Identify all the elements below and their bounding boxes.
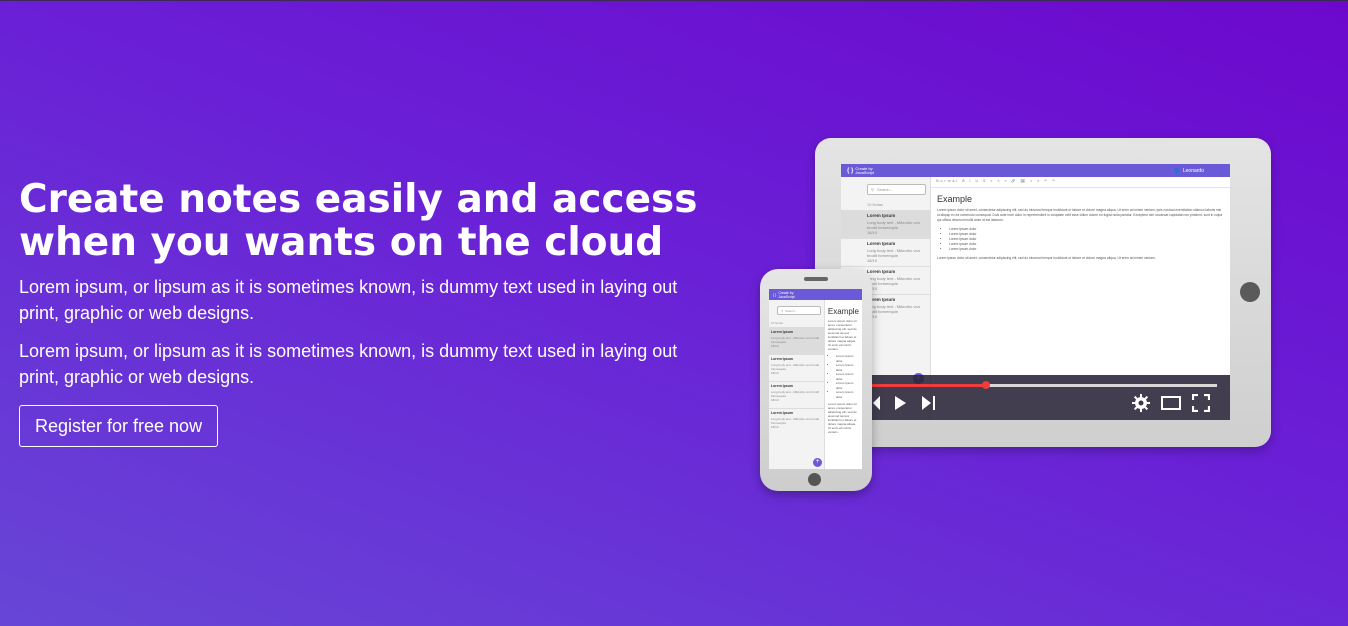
list-item: Lorem Ipsum dolor (836, 372, 859, 381)
user-icon: 👤 (1173, 167, 1180, 174)
note-date: 18/10 (867, 258, 878, 263)
search-icon: ⚲ (871, 187, 874, 192)
note-date: 18/10 (771, 344, 779, 348)
note-body: Long body text - Mikrorbo von brodit for… (771, 363, 820, 371)
note-title: Lorem Ipsum (771, 330, 793, 334)
top-border (0, 0, 1348, 1)
note-date: 18/10 (771, 398, 779, 402)
document-paragraph-2: Lorem ipsum dolor sit amet, consectetur … (827, 402, 857, 434)
logo-text-line2: JavaScript (778, 294, 795, 299)
hero-paragraph-1: Lorem ipsum, or lipsum as it is sometime… (19, 277, 678, 323)
list-item: Lorem Ipsum dolor (836, 381, 859, 390)
search-input[interactable]: ⚲ Search... (867, 184, 926, 195)
user-menu[interactable]: 👤 Leonardo (1174, 168, 1204, 174)
hero-paragraph-2: Lorem ipsum, or lipsum as it is sometime… (19, 341, 678, 387)
document-list: Lorem Ipsum dolor Lorem Ipsum dolor Lore… (937, 227, 1224, 252)
phone-screen: { } Create by JavaScript ⚲ Search... 10 … (769, 289, 862, 469)
tablet-screen: { } Create by JavaScript 👤 Leonardo ⚲ Se… (841, 164, 1230, 420)
document-paragraph: Lorem ipsum dolor sit amet, consectetur … (827, 319, 857, 351)
notes-count: 10 Notas (867, 202, 884, 207)
note-title: Lorem Ipsum (867, 297, 896, 302)
note-body: Long body text - Mikrorbo von brodit for… (867, 248, 920, 258)
hero-title: Create notes easily and access when you … (19, 177, 698, 265)
list-item: Lorem Ipsum dolor (836, 390, 859, 399)
tablet-mockup: { } Create by JavaScript 👤 Leonardo ⚲ Se… (815, 138, 1271, 447)
list-item[interactable]: Lorem Ipsum Long body text - Mikrorbo vo… (769, 408, 824, 435)
editor[interactable]: Example Lorem ipsum dolor sit amet, cons… (825, 300, 862, 469)
list-item[interactable]: Lorem Ipsum Long body text - Mikrorbo vo… (841, 210, 930, 238)
list-item: Lorem Ipsum dolor (836, 354, 859, 363)
notes-sidebar: ⚲ Search... 10 Notas Lorem Ipsum Long bo… (769, 300, 825, 469)
note-date: 18/10 (771, 425, 779, 429)
video-controls (841, 375, 1230, 420)
note-body: Long body text - Mikrorbo von brodit for… (771, 336, 820, 344)
note-title: Lorem Ipsum (771, 384, 793, 388)
theater-mode-icon[interactable] (1160, 394, 1182, 412)
document[interactable]: Example Lorem ipsum dolor sit amet, cons… (931, 188, 1230, 265)
tablet-home-button (1240, 282, 1260, 302)
note-title: Lorem Ipsum (771, 357, 793, 361)
search-icon: ⚲ (781, 308, 784, 313)
search-placeholder: Search... (876, 187, 893, 192)
list-item: Lorem Ipsum dolor (949, 247, 1224, 252)
app-bar: { } Create by JavaScript 👤 Leonardo (841, 164, 1230, 177)
note-date: 18/10 (867, 286, 878, 291)
settings-icon[interactable] (1131, 394, 1151, 412)
list-item[interactable]: Lorem Ipsum Long body text - Mikrorbo vo… (769, 327, 824, 354)
list-item[interactable]: Lorem Ipsum Long body text - Mikrorbo vo… (769, 381, 824, 408)
document-paragraph: Lorem ipsum dolor sit amet, consectetur … (937, 208, 1223, 222)
video-progress-knob[interactable] (982, 381, 990, 389)
phone-speaker (804, 277, 828, 281)
document-paragraph-2: Lorem ipsum dolor sit amet, consectetur … (937, 256, 1156, 260)
video-progress-bar[interactable] (867, 381, 1217, 389)
notes-count: 10 Notas (771, 321, 784, 325)
document-title: Example (937, 194, 973, 204)
note-date: 18/10 (867, 230, 878, 235)
add-note-button[interactable]: + (813, 458, 822, 467)
logo-icon: { } (847, 167, 854, 174)
fullscreen-icon[interactable] (1191, 394, 1211, 412)
register-button[interactable]: Register for free now (19, 405, 219, 447)
list-item: Lorem Ipsum dolor (836, 363, 859, 372)
note-body: Long body text - Mikrorbo von brodit for… (771, 417, 820, 425)
phone-mockup: { } Create by JavaScript ⚲ Search... 10 … (760, 269, 872, 491)
document-list: Lorem Ipsum dolor Lorem Ipsum dolor Lore… (828, 354, 859, 399)
logo-text-line2: JavaScript (855, 169, 875, 175)
note-title: Lorem Ipsum (867, 269, 896, 274)
note-body: Long body text - Mikrorbo von brodit for… (867, 276, 920, 286)
user-name: Leonardo (1182, 167, 1204, 174)
note-title: Lorem Ipsum (771, 411, 793, 415)
note-date: 18/10 (867, 314, 878, 319)
search-input[interactable]: ⚲ Search... (777, 306, 821, 315)
list-item[interactable]: Lorem Ipsum Long body text - Mikrorbo vo… (769, 354, 824, 381)
note-body: Long body text - Mikrorbo von brodit for… (867, 304, 920, 314)
document-title: Example (827, 307, 859, 316)
next-icon[interactable] (921, 394, 937, 412)
note-title: Lorem Ipsum (867, 241, 896, 246)
phone-home-button (808, 473, 821, 486)
app-logo: { } Create by JavaScript (847, 166, 875, 175)
video-progress-fill (867, 384, 986, 387)
note-title: Lorem Ipsum (867, 213, 896, 218)
list-item[interactable]: Lorem Ipsum Long body text - Mikrorbo vo… (841, 238, 930, 266)
editor-toolbar[interactable]: Normal B I U S ≡ ≡ ≡ 🔗 🖼 ≡ ≡ ↶ ↷ (931, 177, 1230, 188)
play-icon[interactable] (893, 394, 907, 412)
hero-section: Create notes easily and access when you … (19, 178, 699, 447)
search-placeholder: Search... (785, 308, 798, 313)
logo-icon: { } (773, 292, 777, 297)
app-bar: { } Create by JavaScript (769, 289, 862, 300)
note-body: Long body text - Mikrorbo von brodit for… (867, 220, 920, 230)
note-body: Long body text - Mikrorbo von brodit for… (771, 390, 820, 398)
note-date: 18/10 (771, 371, 779, 375)
